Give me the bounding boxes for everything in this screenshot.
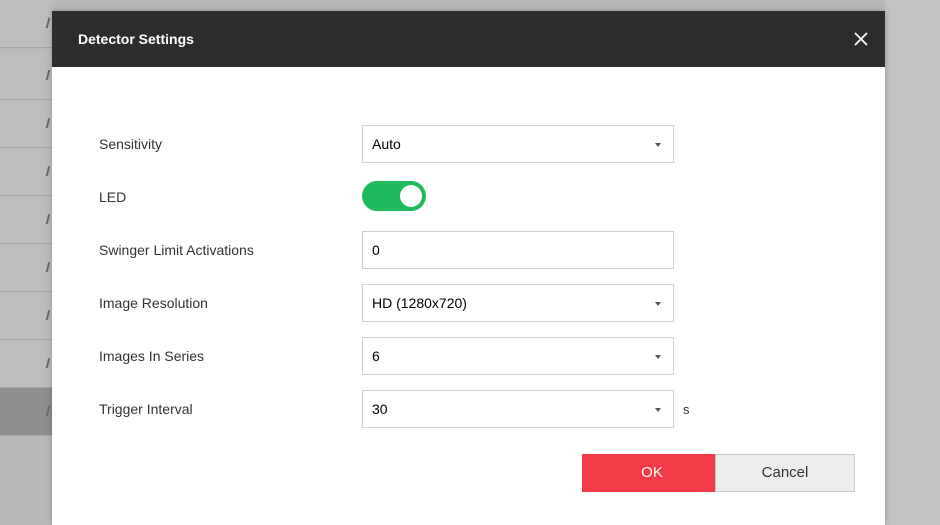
led-label: LED: [99, 189, 127, 205]
cancel-button[interactable]: Cancel: [715, 454, 855, 492]
close-icon[interactable]: [853, 31, 869, 47]
image-resolution-value: HD (1280x720): [372, 295, 467, 311]
images-in-series-label: Images In Series: [99, 348, 205, 364]
sensitivity-value: Auto: [372, 136, 401, 152]
list-item: [0, 100, 52, 148]
chevron-down-icon: [655, 302, 661, 306]
trigger-interval-unit: s: [683, 402, 690, 417]
images-in-series-value: 6: [372, 348, 380, 364]
ok-button[interactable]: OK: [582, 454, 722, 492]
image-resolution-label: Image Resolution: [99, 295, 208, 311]
background-right-panel: [885, 0, 940, 525]
toggle-knob: [400, 185, 422, 207]
chevron-down-icon: [655, 355, 661, 359]
list-item: [0, 292, 52, 340]
trigger-interval-label: Trigger Interval: [99, 401, 193, 417]
led-toggle[interactable]: [362, 181, 426, 211]
swinger-limit-label: Swinger Limit Activations: [99, 242, 254, 258]
swinger-limit-input[interactable]: 0: [362, 231, 674, 269]
dialog-title: Detector Settings: [78, 31, 194, 47]
trigger-interval-value: 30: [372, 401, 388, 417]
sensitivity-label: Sensitivity: [99, 136, 163, 152]
chevron-down-icon: [655, 408, 661, 412]
list-item: [0, 244, 52, 292]
trigger-interval-select[interactable]: 30: [362, 390, 674, 428]
list-item: [0, 52, 52, 100]
list-item: [0, 340, 52, 388]
detector-settings-dialog: Detector Settings Sensitivity Auto LED S…: [52, 11, 885, 525]
list-item-selected: [0, 388, 52, 436]
images-in-series-select[interactable]: 6: [362, 337, 674, 375]
list-item: [0, 148, 52, 196]
swinger-limit-value: 0: [372, 242, 380, 258]
list-item: [0, 196, 52, 244]
chevron-down-icon: [655, 143, 661, 147]
sensitivity-select[interactable]: Auto: [362, 125, 674, 163]
image-resolution-select[interactable]: HD (1280x720): [362, 284, 674, 322]
list-item: [0, 0, 52, 48]
dialog-header: Detector Settings: [52, 11, 885, 67]
